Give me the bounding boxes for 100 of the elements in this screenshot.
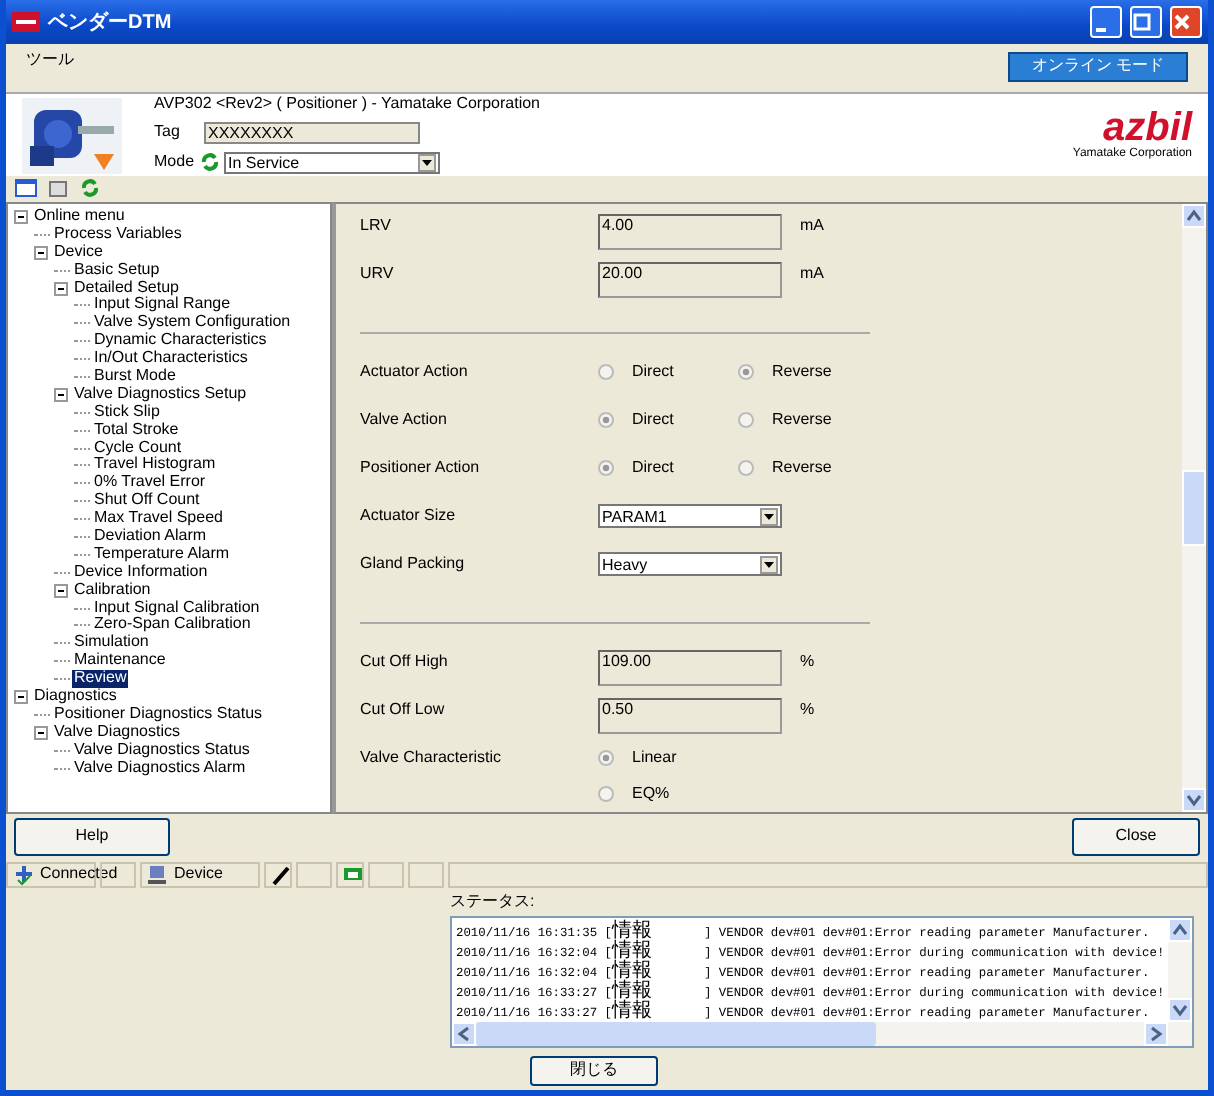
unit-label: % (800, 698, 815, 720)
radio-button[interactable] (598, 460, 614, 477)
minimize-button[interactable] (1090, 6, 1122, 38)
radio-button[interactable] (598, 786, 614, 803)
tree-item[interactable]: Travel Histogram (92, 456, 218, 475)
close-button[interactable] (1170, 6, 1202, 38)
tree-item[interactable]: Online menu (32, 208, 127, 226)
mode-dropdown[interactable]: In Service (224, 151, 441, 174)
input-field[interactable]: 109.00 (598, 650, 782, 686)
tree-item[interactable]: Valve Diagnostics Status (72, 741, 252, 760)
close-button[interactable]: 閉じる (530, 1055, 658, 1086)
document-icon[interactable] (46, 176, 70, 200)
tag-field[interactable]: XXXXXXXX (204, 121, 420, 144)
window-icon[interactable] (14, 176, 38, 200)
field-label: Valve Action (360, 408, 449, 430)
status-text: Device (174, 866, 223, 884)
tree-item[interactable]: Calibration (72, 581, 153, 600)
unit-label: mA (800, 262, 824, 284)
dropdown-arrow-icon (764, 513, 774, 519)
collapse-icon[interactable] (54, 583, 68, 598)
radio-button[interactable] (598, 750, 614, 767)
collapse-icon[interactable] (14, 209, 28, 224)
radio-button[interactable] (738, 364, 754, 381)
scroll-down-icon[interactable] (1170, 999, 1190, 1020)
radio-button[interactable] (598, 364, 614, 381)
tree-item[interactable]: Positioner Diagnostics Status (52, 705, 265, 724)
scroll-left-icon[interactable] (454, 1023, 474, 1044)
tree-item[interactable]: Device Information (72, 563, 210, 582)
menu-item[interactable]: ツール (26, 52, 74, 92)
close-button[interactable]: Close (1072, 818, 1200, 856)
collapse-icon[interactable] (54, 387, 68, 402)
tree-item[interactable]: Input Signal Range (92, 296, 233, 315)
radio-button[interactable] (738, 460, 754, 477)
radio-button[interactable] (738, 412, 754, 429)
tree-item[interactable]: Input Signal Calibration (92, 599, 262, 617)
tree-item[interactable]: Deviation Alarm (92, 528, 209, 546)
status-bar-panel (408, 862, 444, 888)
input-field[interactable]: 20.00 (598, 262, 782, 298)
tree-item[interactable]: Temperature Alarm (92, 545, 232, 564)
tree-item[interactable]: Diagnostics (32, 688, 119, 706)
input-field[interactable]: 0.50 (598, 698, 782, 734)
tree-item[interactable]: Device (52, 243, 105, 262)
radio-button[interactable] (598, 412, 614, 429)
field-label: LRV (360, 214, 393, 236)
logo-text: azbil (1103, 108, 1192, 149)
tree-item[interactable]: Detailed Setup (72, 279, 181, 297)
collapse-icon[interactable] (34, 245, 48, 260)
tree-item[interactable]: Total Stroke (92, 421, 181, 440)
tree-item[interactable]: Dynamic Characteristics (92, 332, 269, 351)
tree-item[interactable]: Burst Mode (92, 368, 178, 386)
collapse-icon[interactable] (34, 725, 48, 740)
status-text: Connected (40, 866, 118, 884)
tree-item[interactable]: Zero-Span Calibration (92, 616, 253, 635)
tree-item[interactable]: Valve Diagnostics Setup (72, 385, 249, 404)
collapse-icon[interactable] (54, 281, 68, 295)
field-label: Actuator Action (360, 360, 470, 382)
tree-item[interactable]: Simulation (72, 634, 151, 653)
dropdown-arrow-icon (422, 159, 433, 166)
field-label: Positioner Action (360, 456, 482, 478)
radio-label: Reverse (772, 412, 832, 430)
tree-item[interactable]: Maintenance (72, 652, 168, 671)
scroll-right-icon[interactable] (1146, 1023, 1166, 1044)
refresh-icon[interactable] (78, 176, 102, 200)
help-button[interactable]: Help (14, 818, 170, 856)
scroll-up-icon (1184, 206, 1204, 226)
field-label: URV (360, 262, 396, 284)
maximize-icon (1132, 12, 1152, 32)
scroll-up-icon[interactable] (1170, 919, 1190, 940)
radio-label: Direct (632, 460, 674, 478)
field-label: Gland Packing (360, 552, 467, 574)
tree-item[interactable]: Cycle Count (92, 439, 184, 457)
tree-item[interactable]: Valve System Configuration (92, 314, 293, 333)
tree-item[interactable]: Shut Off Count (92, 492, 202, 511)
dropdown[interactable]: PARAM1 (598, 504, 782, 528)
status-label: ステータス: (450, 894, 537, 912)
computer-icon (146, 864, 168, 886)
scrollbar-thumb[interactable] (1182, 470, 1206, 546)
connection-icon (12, 864, 34, 886)
field-label: Actuator Size (360, 504, 458, 526)
tree-item[interactable]: Basic Setup (72, 261, 162, 280)
scrollbar[interactable] (1182, 204, 1206, 812)
tree-item[interactable]: Valve Diagnostics Alarm (72, 759, 248, 778)
scrollbar-thumb[interactable] (476, 1021, 876, 1046)
tree-item[interactable]: Valve Diagnostics (52, 723, 182, 742)
tree-item[interactable]: 0% Travel Error (92, 474, 208, 493)
input-field[interactable]: 4.00 (598, 214, 782, 250)
tree-item[interactable]: Stick Slip (92, 403, 162, 422)
online-mode-button[interactable]: オンライン モード (1008, 52, 1188, 82)
status-bar-panel (368, 862, 404, 888)
tree-item[interactable]: In/Out Characteristics (92, 350, 250, 369)
dropdown[interactable]: Heavy (598, 552, 782, 576)
maximize-button[interactable] (1130, 6, 1162, 38)
tree-item[interactable]: Review (72, 670, 129, 689)
field-label: Valve Characteristic (360, 746, 504, 768)
tree-item[interactable]: Max Travel Speed (92, 510, 225, 529)
device-title: AVP302 <Rev2> ( Positioner ) - Yamatake Corporation (154, 96, 540, 114)
tree-item[interactable]: Process Variables (52, 225, 184, 244)
unit-label: % (800, 650, 815, 672)
app-logo-icon (12, 12, 40, 32)
collapse-icon[interactable] (14, 689, 28, 704)
